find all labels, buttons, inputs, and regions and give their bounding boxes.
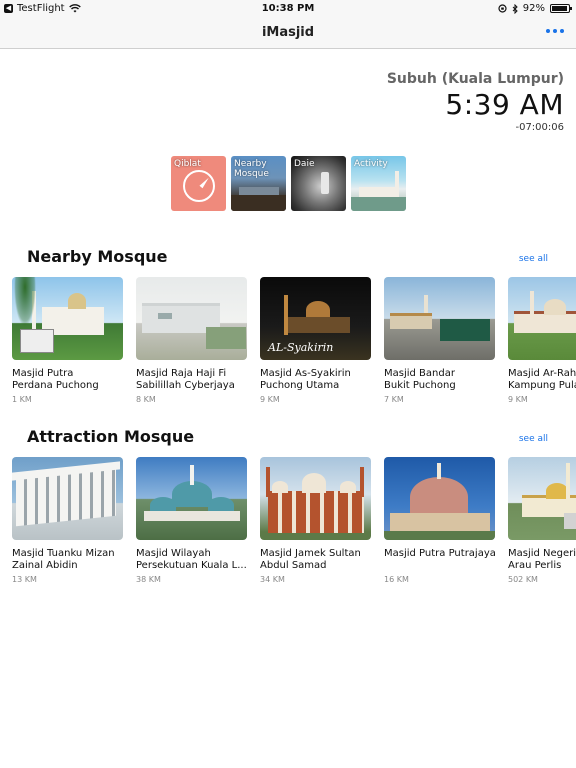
mosque-distance: 9 KM	[260, 395, 280, 404]
mosque-thumbnail	[12, 277, 123, 360]
tile-label: Daie	[294, 159, 315, 169]
bluetooth-icon	[512, 3, 518, 14]
more-dot-icon	[553, 29, 557, 33]
mosque-name: Masjid Ar-Rahm Kampung Pulau	[508, 368, 576, 391]
mosque-name: Masjid Bandar Bukit Puchong	[384, 368, 456, 391]
status-time: 10:38 PM	[261, 3, 315, 14]
nearby-section-title: Nearby Mosque	[27, 247, 168, 266]
mosque-card[interactable]: Masjid Bandar Bukit Puchong 7 KM	[384, 277, 495, 404]
mosque-thumbnail	[508, 457, 576, 540]
mosque-distance: 16 KM	[384, 575, 409, 584]
mosque-card[interactable]: Masjid Ar-Rahm Kampung Pulau 9 KM	[508, 277, 576, 404]
mosque-thumbnail	[136, 457, 247, 540]
mosque-card[interactable]: Masjid Putra Putrajaya 16 KM	[384, 457, 496, 584]
mosque-card[interactable]: Masjid Tuanku Mizan Zainal Abidin 13 KM	[12, 457, 123, 584]
prayer-name: Subuh (Kuala Lumpur)	[386, 71, 564, 87]
rotation-lock-icon	[498, 4, 507, 13]
tile-activity[interactable]: Activity	[351, 156, 406, 211]
more-options-button[interactable]	[546, 29, 564, 33]
battery-percent: 92%	[522, 3, 545, 14]
mosque-distance: 502 KM	[508, 575, 538, 584]
attraction-mosque-list: Masjid Tuanku Mizan Zainal Abidin 13 KM …	[12, 457, 576, 607]
mosque-card[interactable]: AL-Syakirin Masjid As-Syakirin Puchong U…	[260, 277, 371, 404]
mosque-name: Masjid Tuanku Mizan Zainal Abidin	[12, 548, 115, 571]
tile-label: Nearby Mosque	[234, 159, 269, 179]
mosque-thumbnail	[384, 277, 495, 360]
mosque-thumbnail	[508, 277, 576, 360]
compass-icon	[183, 170, 215, 202]
prayer-time: 5:39 AM	[445, 88, 564, 121]
mosque-name: Masjid Negeri Arau Perlis	[508, 548, 576, 571]
nearby-mosque-list: Masjid Putra Perdana Puchong 1 KM Masjid…	[12, 277, 576, 427]
mosque-card[interactable]: Masjid Jamek Sultan Abdul Samad 34 KM	[260, 457, 371, 584]
more-dot-icon	[546, 29, 550, 33]
mosque-name: Masjid Raja Haji Fi Sabilillah Cyberjaya	[136, 368, 235, 391]
overlay-caption: AL-Syakirin	[268, 341, 334, 354]
mosque-thumbnail: AL-Syakirin	[260, 277, 371, 360]
more-dot-icon	[560, 29, 564, 33]
mosque-card[interactable]: Masjid Wilayah Persekutuan Kuala L... 38…	[136, 457, 247, 584]
prayer-countdown: -07:00:06	[515, 122, 564, 133]
mosque-distance: 34 KM	[260, 575, 285, 584]
nav-bar: iMasjid	[0, 18, 576, 49]
mosque-name: Masjid Jamek Sultan Abdul Samad	[260, 548, 361, 571]
mosque-card[interactable]: Masjid Raja Haji Fi Sabilillah Cyberjaya…	[136, 277, 247, 404]
mosque-thumbnail	[12, 457, 123, 540]
mosque-thumbnail	[384, 457, 495, 540]
status-bar: ◀ TestFlight 10:38 PM 92%	[0, 0, 576, 18]
mosque-distance: 7 KM	[384, 395, 404, 404]
mosque-thumbnail	[136, 277, 247, 360]
mosque-thumbnail	[260, 457, 371, 540]
nearby-see-all-link[interactable]: see all	[519, 254, 548, 264]
page-title: iMasjid	[261, 25, 315, 40]
tile-label: Qiblat	[174, 159, 201, 169]
battery-icon	[550, 4, 572, 13]
tile-nearby-mosque[interactable]: Nearby Mosque	[231, 156, 286, 211]
attraction-section-title: Attraction Mosque	[27, 427, 195, 446]
tile-qiblat[interactable]: Qiblat	[171, 156, 226, 211]
mosque-name: Masjid Wilayah Persekutuan Kuala L...	[136, 548, 247, 571]
mosque-distance: 13 KM	[12, 575, 37, 584]
mosque-distance: 8 KM	[136, 395, 156, 404]
tile-label: Activity	[354, 159, 388, 169]
mosque-name: Masjid As-Syakirin Puchong Utama	[260, 368, 351, 391]
mosque-card[interactable]: Masjid Putra Perdana Puchong 1 KM	[12, 277, 123, 404]
mosque-card[interactable]: Masjid Negeri Arau Perlis 502 KM	[508, 457, 576, 584]
status-right: 92%	[498, 3, 572, 14]
attraction-see-all-link[interactable]: see all	[519, 434, 548, 444]
mosque-name: Masjid Putra Perdana Puchong	[12, 368, 99, 391]
mosque-distance: 9 KM	[508, 395, 528, 404]
mosque-name: Masjid Putra Putrajaya	[384, 548, 496, 559]
mosque-distance: 1 KM	[12, 395, 32, 404]
mosque-distance: 38 KM	[136, 575, 161, 584]
tile-daie[interactable]: Daie	[291, 156, 346, 211]
